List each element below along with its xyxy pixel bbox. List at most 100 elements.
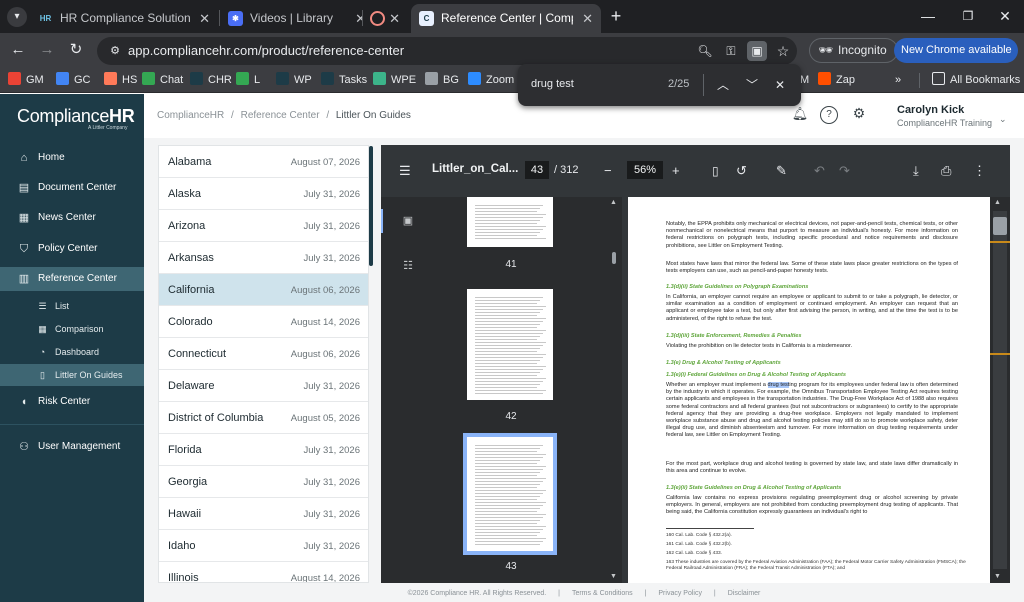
state-row-alaska[interactable]: Alaska July 31, 2026 — [159, 178, 368, 210]
bookmark-l[interactable]: L — [236, 72, 260, 89]
breadcrumb-reference-center[interactable]: Reference Center — [241, 110, 320, 121]
page-scroll-thumb[interactable] — [993, 217, 1007, 235]
chevron-down-icon[interactable]: ⌄ — [999, 114, 1007, 125]
reload-icon[interactable]: ↻ — [66, 40, 86, 60]
rotate-icon[interactable]: ↺ — [736, 164, 747, 178]
terms-link[interactable]: Terms & Conditions — [572, 590, 633, 597]
bookmark-chat[interactable]: Chat — [142, 72, 183, 89]
menu-icon[interactable]: ☰ — [399, 164, 411, 178]
address-bar[interactable]: ⚙ app.compliancehr.com/product/reference… — [97, 37, 797, 65]
outline-icon[interactable]: ☷ — [401, 259, 415, 273]
thumbnail-scrollbar[interactable] — [612, 252, 616, 264]
privacy-link[interactable]: Privacy Policy — [658, 590, 702, 597]
state-row-idaho[interactable]: Idaho July 31, 2026 — [159, 530, 368, 562]
tab-hr-compliance[interactable]: HR HR Compliance Solutions - Hom ✕ — [30, 4, 218, 33]
page-thumbnail[interactable] — [467, 197, 553, 247]
forward-icon[interactable]: → — [37, 40, 57, 60]
download-icon[interactable]: ⤓ — [913, 164, 919, 178]
bookmark-zap[interactable]: Zap — [818, 72, 855, 89]
print-icon[interactable]: ⎙ — [941, 164, 951, 178]
close-window-icon[interactable]: ✕ — [995, 6, 1015, 26]
draw-annotate-icon[interactable]: ✎ — [776, 164, 787, 178]
page-scroll-track[interactable] — [993, 211, 1007, 569]
bookmark-star-icon[interactable]: ☆ — [773, 41, 793, 61]
state-row-georgia[interactable]: Georgia July 31, 2026 — [159, 466, 368, 498]
bell-icon[interactable]: 🔔︎ — [791, 106, 809, 124]
nav-home[interactable]: ⌂ Home — [0, 146, 144, 170]
scroll-down-icon[interactable]: ▼ — [994, 573, 1001, 580]
user-name[interactable]: Carolyn Kick — [897, 104, 964, 116]
all-bookmarks-button[interactable]: All Bookmarks — [932, 72, 1020, 89]
bookmark-zoom[interactable]: Zoom — [468, 72, 514, 89]
more-bookmarks-icon[interactable]: » — [895, 72, 901, 89]
fit-page-icon[interactable]: ▯ — [712, 164, 719, 178]
page-thumbnail-current[interactable] — [463, 433, 557, 555]
subnav-comparison[interactable]: ▦ Comparison — [0, 318, 144, 340]
thumbnails-icon[interactable]: ▣ — [401, 214, 415, 228]
incognito-badge[interactable]: 🕶︎ Incognito — [809, 38, 898, 63]
state-row-colorado[interactable]: Colorado August 14, 2026 — [159, 306, 368, 338]
restore-icon[interactable]: ❐ — [958, 6, 978, 26]
list-scrollbar[interactable] — [369, 146, 373, 266]
undo-icon[interactable]: ↶ — [814, 164, 825, 178]
close-tab-icon[interactable]: ✕ — [199, 4, 210, 33]
close-tab-icon[interactable]: ✕ — [582, 4, 593, 33]
state-row-florida[interactable]: Florida July 31, 2026 — [159, 434, 368, 466]
redo-icon[interactable]: ↷ — [839, 164, 850, 178]
tab-search-icon[interactable]: ▾ — [7, 7, 27, 27]
zoom-level-input[interactable]: 56% — [627, 161, 663, 179]
new-chrome-available-button[interactable]: New Chrome available ⋮ — [894, 38, 1018, 81]
find-previous-icon[interactable]: ︿ — [713, 75, 733, 95]
bookmark-wpe[interactable]: WPE — [373, 72, 416, 89]
nav-document-center[interactable]: ▤ Document Center — [0, 176, 144, 200]
zoom-magnifier-icon[interactable]: 🔍︎ — [695, 41, 715, 61]
zoom-out-icon[interactable]: − — [604, 164, 612, 178]
state-row-alabama[interactable]: Alabama August 07, 2026 — [159, 146, 368, 178]
find-next-icon[interactable]: ﹀ — [742, 75, 762, 95]
back-icon[interactable]: ← — [8, 40, 28, 60]
tab-loom[interactable]: ✱ Videos | Library | Loom ✕ — [220, 4, 362, 33]
close-tab-icon[interactable]: ✕ — [389, 4, 400, 33]
breadcrumb-compliancehr[interactable]: ComplianceHR — [157, 110, 224, 121]
url-text[interactable]: app.compliancehr.com/product/reference-c… — [128, 43, 404, 58]
site-info-icon[interactable]: ⚙ — [107, 43, 123, 59]
nav-reference-center[interactable]: ▥ Reference Center — [0, 267, 144, 291]
bookmark-chr[interactable]: CHR — [190, 72, 232, 89]
password-key-icon[interactable]: ⚿ — [721, 41, 741, 61]
state-row-delaware[interactable]: Delaware July 31, 2026 — [159, 370, 368, 402]
zoom-in-icon[interactable]: + — [672, 164, 680, 178]
find-close-icon[interactable]: ✕ — [770, 75, 790, 95]
state-row-arkansas[interactable]: Arkansas July 31, 2026 — [159, 242, 368, 274]
tab-reference-center[interactable]: C Reference Center | Compliance ✕ — [411, 4, 601, 33]
bookmark-hs[interactable]: HS — [104, 72, 137, 89]
bookmark-tasks[interactable]: Tasks — [321, 72, 367, 89]
scroll-up-icon[interactable]: ▲ — [610, 199, 617, 206]
subnav-dashboard[interactable]: ◔ Dashboard — [0, 341, 144, 363]
state-row-illinois[interactable]: Illinois August 14, 2026 — [159, 562, 368, 582]
nav-risk-center[interactable]: ◖ Risk Center — [0, 390, 144, 414]
state-row-district-of-columbia[interactable]: District of Columbia August 05, 2026 — [159, 402, 368, 434]
close-tab-icon[interactable]: ✕ — [355, 4, 362, 33]
page-number-input[interactable]: 43 — [525, 161, 549, 179]
settings-gear-icon[interactable]: ⚙ — [850, 106, 868, 124]
state-row-california[interactable]: California August 06, 2026 — [159, 274, 368, 306]
state-row-hawaii[interactable]: Hawaii July 31, 2026 — [159, 498, 368, 530]
bookmark-gm[interactable]: GM — [8, 72, 44, 89]
bookmark-gc[interactable]: GC — [56, 72, 91, 89]
scroll-down-icon[interactable]: ▼ — [610, 573, 617, 580]
state-row-arizona[interactable]: Arizona July 31, 2026 — [159, 210, 368, 242]
more-options-icon[interactable]: ⋮ — [973, 164, 986, 178]
nav-policy-center[interactable]: ⛉ Policy Center — [0, 237, 144, 261]
page-thumbnail[interactable] — [467, 289, 553, 400]
minimize-icon[interactable]: — — [918, 6, 938, 26]
nav-user-management[interactable]: ⚇ User Management — [0, 435, 144, 459]
scroll-up-icon[interactable]: ▲ — [994, 199, 1001, 206]
new-tab-icon[interactable]: + — [606, 6, 626, 26]
subnav-list[interactable]: ☰ List — [0, 295, 144, 317]
install-app-icon[interactable]: ▣ — [747, 41, 767, 61]
state-row-connecticut[interactable]: Connecticut August 06, 2026 — [159, 338, 368, 370]
nav-news-center[interactable]: ▦ News Center — [0, 206, 144, 230]
bookmark-wp[interactable]: WP — [276, 72, 312, 89]
bookmark-bg[interactable]: BG — [425, 72, 459, 89]
help-icon[interactable]: ? — [820, 106, 838, 124]
